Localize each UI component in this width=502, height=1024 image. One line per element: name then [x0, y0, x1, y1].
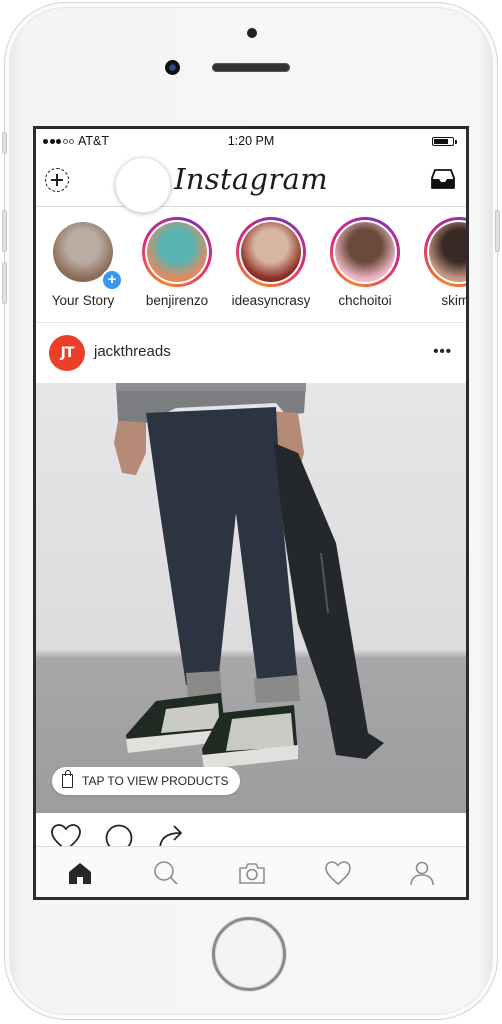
story-username: ideasyncrasy [231, 293, 311, 308]
touch-indicator [115, 157, 171, 213]
story-avatar [429, 222, 466, 282]
post-username[interactable]: jackthreads [94, 343, 171, 360]
status-time: 1:20 PM [227, 134, 275, 148]
screen: AT&T 1:20 PM Instagram + Your Story benj… [33, 126, 469, 900]
tab-bar [36, 846, 466, 897]
post-avatar[interactable]: JT [49, 335, 85, 371]
story-item[interactable]: ideasyncrasy [229, 217, 313, 308]
story-avatar [147, 222, 207, 282]
story-avatar [241, 222, 301, 282]
add-story-icon[interactable]: + [101, 269, 123, 291]
story-ring [236, 217, 306, 287]
story-ring [330, 217, 400, 287]
nav-bar: Instagram [36, 153, 466, 213]
more-options-icon[interactable]: ••• [433, 343, 452, 360]
volume-down-button [2, 262, 7, 304]
stories-tray: + Your Story benjirenzo ideasyncrasy chc… [36, 207, 466, 323]
proximity-sensor [247, 28, 257, 38]
story-username: chchoitoi [338, 293, 392, 308]
search-tab-icon[interactable] [152, 859, 180, 887]
story-username: skimo [441, 293, 466, 308]
instagram-logo: Instagram [174, 162, 328, 196]
story-item[interactable]: + Your Story [41, 217, 125, 308]
status-bar: AT&T 1:20 PM [36, 129, 466, 153]
shopping-bag-icon [62, 770, 73, 788]
camera-tab-icon[interactable] [238, 859, 266, 887]
story-ring [424, 217, 466, 287]
volume-up-button [2, 210, 7, 252]
battery-icon [432, 137, 457, 146]
story-avatar [335, 222, 395, 282]
story-username: Your Story [51, 293, 115, 308]
inbox-icon[interactable] [431, 168, 455, 190]
story-item[interactable]: skimo [417, 217, 466, 308]
earpiece-speaker [212, 63, 290, 72]
story-item[interactable]: benjirenzo [135, 217, 219, 308]
story-username: benjirenzo [145, 293, 209, 308]
home-tab-icon[interactable] [66, 859, 94, 887]
home-button[interactable] [212, 917, 286, 991]
power-button [495, 210, 500, 252]
post-photo[interactable]: TAP TO VIEW PRODUCTS [36, 383, 466, 813]
story-item[interactable]: chchoitoi [323, 217, 407, 308]
photo-illustration [114, 383, 384, 769]
profile-tab-icon[interactable] [408, 859, 436, 887]
activity-tab-icon[interactable] [324, 859, 352, 887]
shopping-tag-label: TAP TO VIEW PRODUCTS [82, 774, 229, 788]
front-camera [165, 60, 180, 75]
tap-to-view-products-button[interactable]: TAP TO VIEW PRODUCTS [52, 767, 241, 795]
mute-switch [2, 132, 7, 154]
story-ring [142, 217, 212, 287]
post-header: JT jackthreads ••• [36, 323, 466, 383]
